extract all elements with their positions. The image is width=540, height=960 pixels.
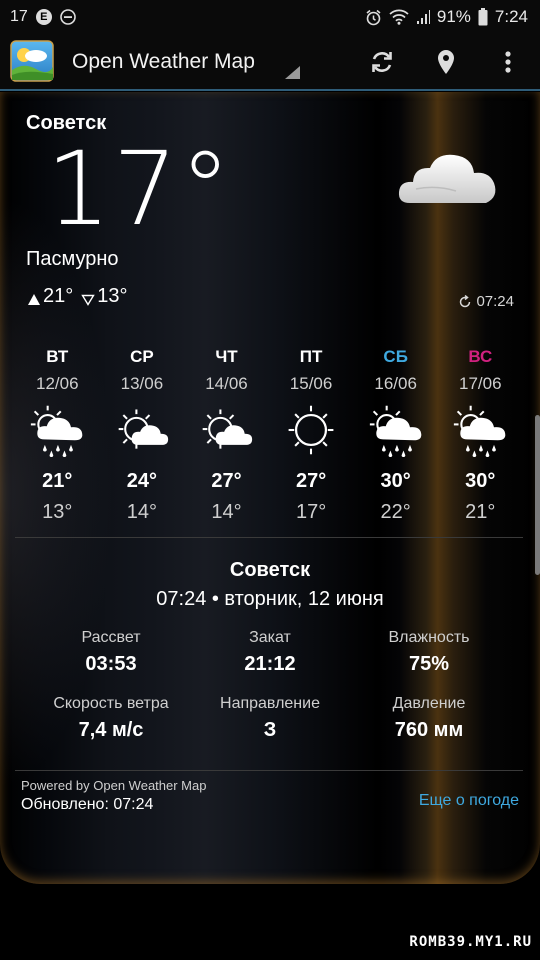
rain-icon — [15, 398, 100, 462]
refresh-small-icon — [460, 294, 471, 307]
current-temperature: 17° — [46, 130, 233, 249]
forecast-day: ВТ 12/06 21° 13° — [15, 340, 100, 523]
forecast-date: 17/06 — [458, 374, 502, 393]
wind-direction-value: З — [263, 719, 277, 741]
overflow-menu-button[interactable] — [492, 46, 524, 78]
pressure-cell: Давление 760 мм — [344, 695, 514, 742]
updated-text: Обновлено: 07:24 — [21, 796, 154, 813]
humidity-value: 75% — [408, 653, 450, 675]
sunset-value: 21:12 — [244, 653, 296, 675]
forecast-day: ЧТ 14/06 27° 14° — [184, 340, 269, 523]
forecast-low: 21° — [465, 501, 496, 523]
high-low-temps: 21° 13° — [26, 285, 128, 308]
details-datetime: 07:24 • вторник, 12 июня — [156, 588, 384, 610]
details-city: Советск — [229, 559, 311, 581]
pressure-label: Давление — [392, 695, 466, 712]
rain-icon — [353, 398, 438, 462]
sunrise-cell: Рассвет 03:53 — [26, 629, 196, 676]
forecast-day-name: ЧТ — [215, 347, 238, 366]
high-arrow-icon — [28, 294, 40, 305]
low-temp: 13° — [97, 285, 128, 307]
forecast-day-name: СР — [130, 347, 154, 366]
overflow-menu-icon[interactable] — [504, 50, 512, 74]
current-condition: Пасмурно — [26, 248, 119, 270]
clock: 7:24 — [494, 7, 528, 26]
forecast-low: 13° — [42, 501, 73, 523]
wind-speed-cell: Скорость ветра 7,4 м/с — [26, 695, 196, 742]
low-arrow-icon — [81, 294, 95, 306]
forecast-day-name: СБ — [383, 347, 408, 366]
humidity-cell: Влажность 75% — [344, 629, 514, 676]
dropdown-indicator-icon[interactable] — [285, 66, 300, 79]
more-weather-link[interactable]: Еще о погоде — [419, 792, 519, 810]
forecast-day: ПТ 15/06 27° 17° — [269, 340, 354, 523]
battery-percent: 91% — [436, 7, 471, 26]
pressure-value: 760 мм — [394, 719, 464, 741]
status-bar: 17 E 91% 7:24 — [0, 0, 540, 34]
notification-count: 17 — [10, 8, 28, 25]
forecast-date: 14/06 — [205, 374, 248, 393]
app-bar: Open Weather Map — [0, 34, 540, 90]
signal-icon — [416, 10, 430, 24]
scrollbar-thumb[interactable] — [535, 415, 540, 575]
forecast-low: 14° — [211, 501, 242, 523]
wind-direction-cell: Направление З — [185, 695, 355, 742]
forecast-low: 22° — [380, 501, 411, 523]
location-button[interactable] — [430, 46, 462, 78]
forecast-strip: ВТ 12/06 21° 13° СР 13/06 24° 14° ЧТ 14/06 27° 14° П… — [15, 340, 523, 523]
forecast-day-name: ВС — [468, 347, 493, 366]
forecast-low: 14° — [126, 501, 158, 523]
sunny-icon — [269, 398, 354, 462]
cloudy-icon — [398, 154, 496, 203]
forecast-date: 15/06 — [289, 374, 333, 393]
sunrise-label: Рассвет — [81, 629, 141, 646]
forecast-day: СР 13/06 24° 14° — [100, 340, 185, 523]
forecast-high: 30° — [465, 470, 496, 492]
app-title[interactable]: Open Weather Map — [72, 50, 255, 74]
forecast-day-name: ПТ — [299, 347, 323, 366]
forecast-day: ВС 17/06 30° 21° — [438, 340, 523, 523]
watermark: ROMB39.MY1.RU — [409, 934, 532, 950]
forecast-date: 12/06 — [36, 374, 79, 393]
battery-icon — [478, 8, 488, 26]
high-temp: 21° — [43, 285, 74, 307]
weather-card: Советск 17° Пасмурно 21° 13° 07:24 ВТ 12/… — [0, 92, 540, 884]
alarm-icon — [366, 9, 381, 25]
refresh-icon[interactable] — [369, 49, 395, 75]
location-pin-icon[interactable] — [436, 49, 456, 75]
forecast-high: 21° — [42, 470, 73, 492]
refresh-button[interactable] — [366, 46, 398, 78]
partly-cloudy-icon — [184, 398, 269, 462]
divider — [15, 770, 523, 771]
forecast-high: 30° — [380, 470, 411, 492]
app-logo-icon[interactable] — [10, 40, 54, 82]
powered-by-text: Powered by Open Weather Map — [21, 778, 207, 793]
humidity-label: Влажность — [388, 629, 470, 646]
wifi-icon — [389, 9, 409, 25]
e-badge-icon: E — [35, 9, 52, 25]
sunset-label: Закат — [249, 629, 291, 646]
forecast-day: СБ 16/06 30° 22° — [353, 340, 438, 523]
do-not-disturb-icon — [59, 9, 76, 25]
forecast-day-name: ВТ — [46, 347, 69, 366]
rain-icon — [438, 398, 523, 462]
wind-speed-value: 7,4 м/с — [78, 719, 144, 741]
updated-time: 07:24 — [458, 293, 514, 310]
partly-cloudy-icon — [100, 398, 185, 462]
forecast-high: 27° — [211, 470, 242, 492]
wind-speed-label: Скорость ветра — [53, 695, 169, 712]
wind-direction-label: Направление — [220, 695, 320, 712]
forecast-high: 24° — [126, 470, 158, 492]
sunset-cell: Закат 21:12 — [185, 629, 355, 676]
forecast-date: 16/06 — [374, 374, 417, 393]
forecast-low: 17° — [295, 501, 327, 523]
sunrise-value: 03:53 — [85, 653, 137, 675]
forecast-high: 27° — [295, 470, 327, 492]
app-bar-divider — [0, 89, 540, 91]
divider — [15, 537, 523, 538]
forecast-date: 13/06 — [120, 374, 164, 393]
